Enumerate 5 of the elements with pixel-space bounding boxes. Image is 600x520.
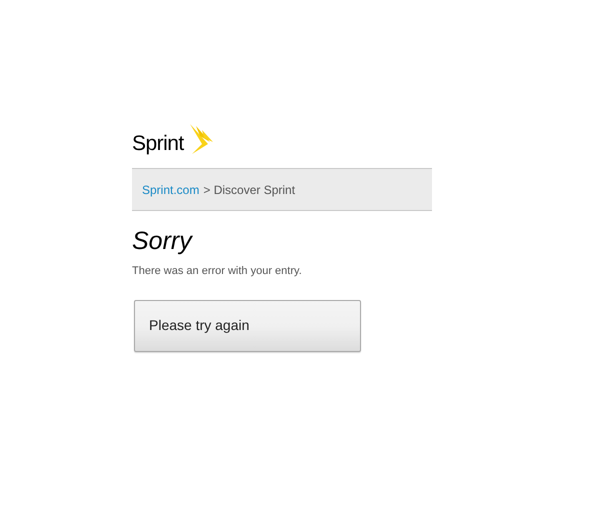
breadcrumb-current: > Discover Sprint <box>203 182 296 198</box>
logo-wordmark: Sprint <box>132 131 184 157</box>
page-heading: Sorry <box>132 226 194 257</box>
try-again-button[interactable]: Please try again <box>134 300 361 352</box>
error-message: There was an error with your entry. <box>132 264 303 279</box>
